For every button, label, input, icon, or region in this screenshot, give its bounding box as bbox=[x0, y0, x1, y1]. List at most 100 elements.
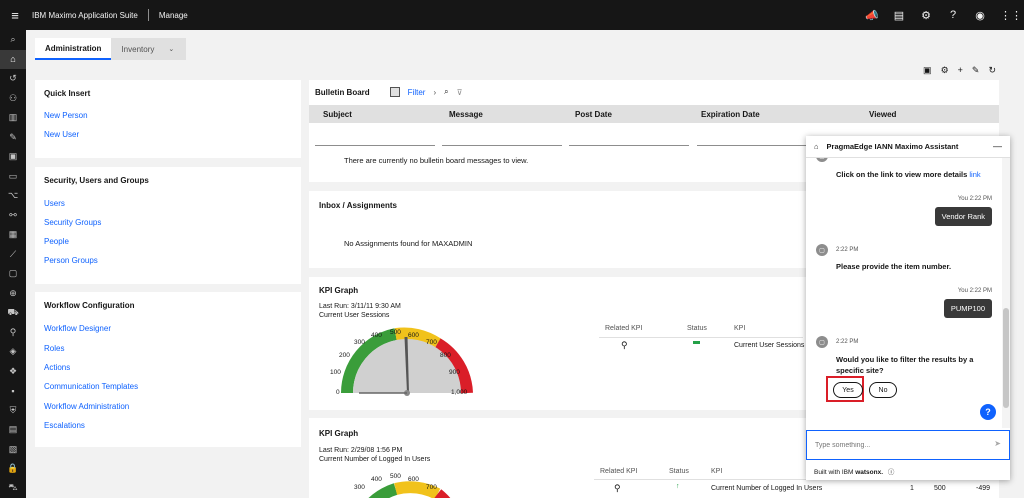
send-icon[interactable]: ➤ bbox=[994, 439, 1001, 448]
workflow-administration-link[interactable]: Workflow Administration bbox=[44, 402, 129, 411]
chat-scrollbar[interactable] bbox=[1002, 158, 1010, 428]
gauge-label: 200 bbox=[339, 352, 350, 359]
add-icon[interactable]: + bbox=[958, 65, 963, 76]
actions-link[interactable]: Actions bbox=[44, 363, 70, 372]
home-icon[interactable]: ⌂ bbox=[814, 142, 819, 151]
gauge-label: 700 bbox=[426, 339, 437, 346]
edit-icon[interactable]: ✎ bbox=[972, 65, 980, 76]
settings-icon[interactable]: ⚙ bbox=[941, 65, 949, 76]
monitor-icon[interactable]: ▢ bbox=[0, 264, 26, 284]
route-icon[interactable]: ⌥ bbox=[0, 186, 26, 206]
info-icon[interactable]: ⓘ bbox=[888, 469, 895, 476]
user-icon[interactable]: ◉ bbox=[973, 9, 987, 22]
kpi-name[interactable]: Current User Sessions bbox=[734, 342, 804, 349]
col-kpi: KPI bbox=[711, 468, 723, 475]
megaphone-icon[interactable]: 📣 bbox=[865, 9, 879, 22]
workflow-designer-link[interactable]: Workflow Designer bbox=[44, 324, 111, 333]
new-person-link[interactable]: New Person bbox=[44, 111, 88, 120]
tab-administration[interactable]: Administration bbox=[35, 38, 112, 60]
report-icon[interactable]: ▤ bbox=[0, 420, 26, 440]
users-link[interactable]: Users bbox=[44, 199, 65, 208]
filter-input-expiration[interactable] bbox=[697, 145, 807, 146]
people-link[interactable]: People bbox=[44, 237, 69, 246]
tree-icon[interactable]: ❖ bbox=[0, 362, 26, 382]
col-status: Status bbox=[669, 468, 689, 475]
communication-templates-link[interactable]: Communication Templates bbox=[44, 382, 138, 391]
col-viewed[interactable]: Viewed bbox=[855, 110, 995, 119]
col-related-kpi: Related KPI bbox=[600, 468, 638, 475]
truck-icon[interactable]: ⛟ bbox=[0, 303, 26, 323]
bot-message-text: Click on the link to view more details bbox=[836, 170, 968, 179]
document-icon[interactable]: ▭ bbox=[0, 167, 26, 187]
org-icon[interactable]: ⚯ bbox=[0, 206, 26, 226]
card-title: Bulletin Board bbox=[315, 87, 370, 97]
no-button[interactable]: No bbox=[869, 382, 897, 398]
cart-icon[interactable]: ⛍ bbox=[0, 479, 26, 498]
col-expiration-date[interactable]: Expiration Date bbox=[687, 110, 855, 119]
chevron-right-icon[interactable]: › bbox=[433, 88, 436, 97]
tab-inventory[interactable]: Inventory ⌄ bbox=[111, 38, 184, 60]
related-kpi-icon[interactable]: ⚲ bbox=[621, 340, 628, 351]
globe-icon[interactable]: ⊕ bbox=[0, 284, 26, 304]
related-kpi-icon[interactable]: ⚲ bbox=[614, 483, 621, 494]
gauge-label: 400 bbox=[371, 476, 382, 483]
lock-icon[interactable]: 🔒 bbox=[0, 459, 26, 479]
chevron-down-icon[interactable]: ⌄ bbox=[168, 45, 174, 53]
workflow-card: Workflow Configuration Workflow Designer… bbox=[35, 292, 301, 447]
clipboard-icon[interactable]: ▤ bbox=[892, 9, 906, 22]
footer-brand: watsonx. bbox=[855, 469, 883, 476]
graph-icon[interactable]: ⟋ bbox=[0, 245, 26, 265]
user-message-bubble: Vendor Rank bbox=[934, 207, 992, 226]
menu-icon[interactable]: ≡ bbox=[0, 0, 30, 30]
bulletin-table-header: Subject Message Post Date Expiration Dat… bbox=[309, 105, 999, 123]
chart-icon[interactable]: ▥ bbox=[0, 108, 26, 128]
save-icon[interactable]: ▪ bbox=[0, 381, 26, 401]
kpi-subtitle: Current Number of Logged In Users bbox=[319, 456, 431, 463]
minimize-icon[interactable]: — bbox=[993, 141, 1002, 151]
calendar-icon[interactable]: ▦ bbox=[0, 225, 26, 245]
clipboard-list-icon[interactable]: ▧ bbox=[0, 440, 26, 460]
bot-avatar-icon: ▢ bbox=[816, 158, 828, 162]
kpi-value-3: -499 bbox=[976, 485, 991, 492]
refresh-icon[interactable]: ↻ bbox=[988, 65, 996, 76]
app-brand[interactable]: IBM Maximo Application Suite bbox=[32, 11, 138, 20]
search-icon[interactable]: ⌕ bbox=[444, 87, 448, 97]
help-icon[interactable]: ? bbox=[980, 404, 996, 420]
settings-icon[interactable]: ⚙ bbox=[919, 9, 933, 22]
chat-input[interactable] bbox=[807, 431, 987, 459]
filter-input-post-date[interactable] bbox=[569, 145, 689, 146]
help-icon[interactable]: ? bbox=[946, 9, 960, 21]
filter-link[interactable]: Filter bbox=[408, 88, 426, 97]
shield-icon[interactable]: ⛨ bbox=[0, 401, 26, 421]
filter-input-message[interactable] bbox=[442, 145, 562, 146]
history-icon[interactable]: ↺ bbox=[0, 69, 26, 89]
apps-icon[interactable]: ⋮⋮ bbox=[1000, 9, 1022, 22]
col-message[interactable]: Message bbox=[435, 110, 561, 119]
new-user-link[interactable]: New User bbox=[44, 130, 79, 139]
box-icon[interactable]: ▣ bbox=[0, 147, 26, 167]
search-icon[interactable]: ⌕ bbox=[0, 30, 26, 50]
yes-button[interactable]: Yes bbox=[833, 382, 863, 398]
clear-filter-icon[interactable]: ⊽ bbox=[457, 88, 463, 97]
people-icon[interactable]: ⚇ bbox=[0, 89, 26, 109]
person-groups-link[interactable]: Person Groups bbox=[44, 256, 98, 265]
col-subject[interactable]: Subject bbox=[309, 110, 435, 119]
filter-toggle-icon[interactable] bbox=[389, 87, 400, 97]
details-link[interactable]: link bbox=[969, 170, 980, 179]
chat-header: ⌂ PragmaEdge IANN Maximo Assistant — bbox=[806, 136, 1010, 158]
kpi-name[interactable]: Current Number of Logged In Users bbox=[711, 485, 822, 492]
roles-link[interactable]: Roles bbox=[44, 344, 64, 353]
wrench-icon[interactable]: ✎ bbox=[0, 128, 26, 148]
security-groups-link[interactable]: Security Groups bbox=[44, 218, 101, 227]
user-admin-icon[interactable]: ⚲ bbox=[0, 323, 26, 343]
save-icon[interactable]: ▣ bbox=[923, 65, 932, 76]
top-bar: ≡ IBM Maximo Application Suite Manage 📣 … bbox=[0, 0, 1024, 30]
tag-icon[interactable]: ◈ bbox=[0, 342, 26, 362]
col-post-date[interactable]: Post Date bbox=[561, 110, 687, 119]
bot-timestamp: 2:22 PM bbox=[836, 339, 859, 345]
escalations-link[interactable]: Escalations bbox=[44, 421, 85, 430]
bot-avatar-icon: ▢ bbox=[816, 244, 828, 256]
home-icon[interactable]: ⌂ bbox=[0, 49, 26, 69]
scrollbar-thumb[interactable] bbox=[1003, 308, 1009, 408]
filter-input-subject[interactable] bbox=[315, 145, 435, 146]
